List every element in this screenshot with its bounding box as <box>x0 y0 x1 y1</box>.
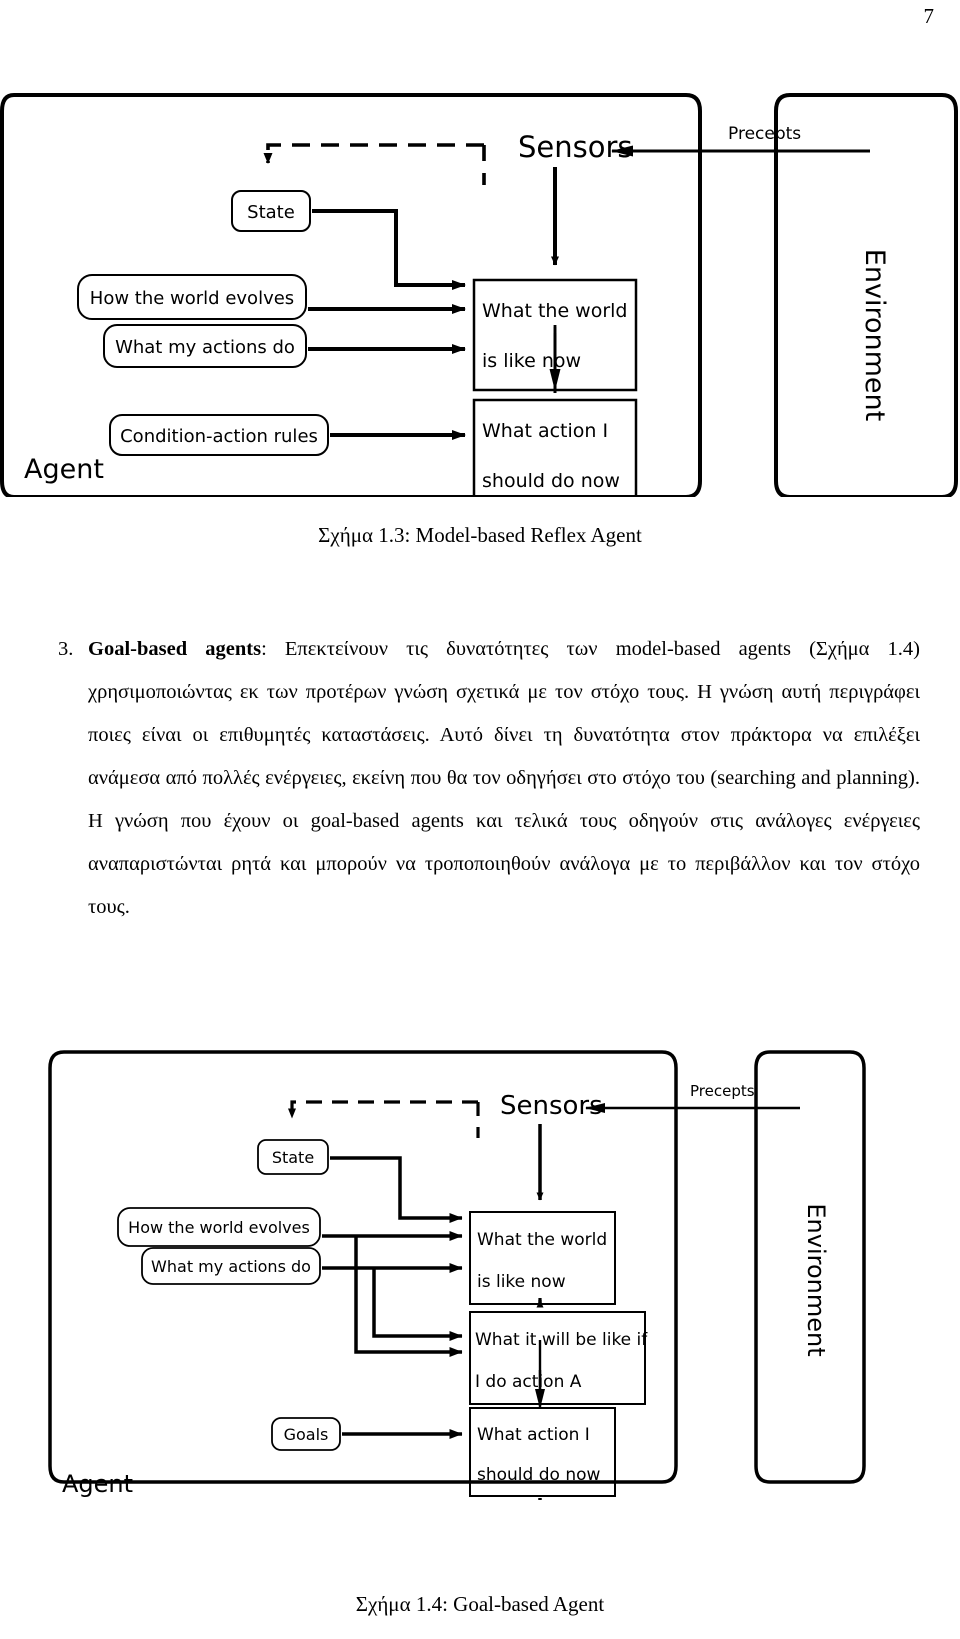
node-what-the-world-is-like-now-line1: What the world <box>482 300 628 322</box>
node-what-action-i-line2: should do now <box>477 1465 600 1485</box>
edge-actions-to-predict <box>372 1268 463 1341</box>
feedback-dashed-path <box>263 143 486 185</box>
sensors-label: Sensors <box>518 130 633 164</box>
node-condition-action-rules-label: Condition-action rules <box>120 426 318 447</box>
environment-label: Environment <box>859 249 890 421</box>
precepts-label: Precepts <box>728 124 801 144</box>
page-number: 7 <box>923 4 935 28</box>
agent-label: Agent <box>24 454 104 485</box>
figure-goal-based-agent: State How the world evolves What my acti… <box>0 1030 960 1500</box>
node-state-label: State <box>247 202 295 223</box>
feedback-dashed-path <box>288 1100 480 1138</box>
node-what-action-i-line1: What action I <box>482 420 608 442</box>
figure-2-caption: Σχήμα 1.4: Goal-based Agent <box>355 1592 605 1616</box>
precepts-label: Precepts <box>690 1082 755 1100</box>
node-what-the-world-is-like-now-line2: is like now <box>477 1272 566 1292</box>
figure-1-caption: Σχήμα 1.3: Model-based Reflex Agent <box>318 523 642 547</box>
node-what-my-actions-do-label: What my actions do <box>151 1257 311 1276</box>
figure-model-based-reflex-agent: State How the world evolves What my acti… <box>0 85 960 497</box>
environment-label: Environment <box>802 1203 830 1356</box>
list-item-term: Goal-based agents <box>88 638 262 660</box>
sensors-label: Sensors <box>500 1091 603 1121</box>
node-how-the-world-evolves-label: How the world evolves <box>128 1218 310 1237</box>
node-what-action-i-line2: should do now <box>482 470 620 492</box>
node-state-label: State <box>272 1148 314 1167</box>
agent-label: Agent <box>62 1470 133 1498</box>
node-what-the-world-is-like-now-line2: is like now <box>482 350 581 372</box>
node-what-it-will-be-like-line2: I do action A <box>475 1372 582 1392</box>
node-what-my-actions-do-label: What my actions do <box>115 337 295 358</box>
body-text-block: 3. Goal-based agents: Επεκτείνουν τις δυν… <box>58 628 920 929</box>
list-item-text: : Επεκτείνουν τις δυνατότητες των model-… <box>88 638 921 918</box>
edge-state-to-world <box>330 1156 463 1223</box>
edge-state-to-world <box>312 209 466 290</box>
node-what-action-i-line1: What action I <box>477 1425 590 1445</box>
list-marker: 3. <box>58 638 74 660</box>
node-how-the-world-evolves-label: How the world evolves <box>90 288 294 309</box>
node-what-it-will-be-like-line1: What it will be like if <box>475 1330 648 1350</box>
list-item: 3. Goal-based agents: Επεκτείνουν τις δυν… <box>58 628 920 929</box>
node-goals-label: Goals <box>284 1425 329 1444</box>
node-what-the-world-is-like-now-line1: What the world <box>477 1230 607 1250</box>
